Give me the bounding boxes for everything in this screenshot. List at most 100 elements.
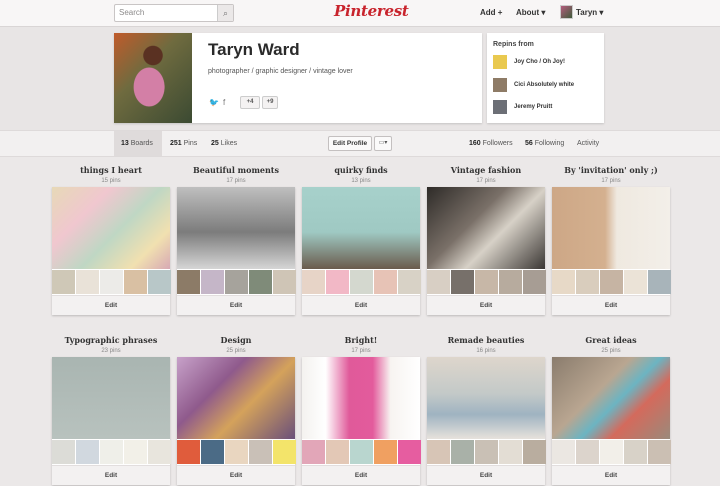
board-cover-image[interactable] <box>52 357 170 439</box>
board-thumbnail[interactable] <box>302 440 325 464</box>
board-title[interactable]: Great ideas <box>552 335 670 345</box>
board-thumbnail[interactable] <box>398 440 421 464</box>
board-thumbnail[interactable] <box>326 270 349 294</box>
tab-pins[interactable]: 251 Pins <box>170 140 197 147</box>
view-toggle-icon[interactable]: ▭▾ <box>374 136 392 151</box>
edit-profile-button[interactable]: Edit Profile <box>328 136 372 151</box>
board-thumbnail[interactable] <box>600 270 623 294</box>
board-thumbnail[interactable] <box>576 270 599 294</box>
board-cover-image[interactable] <box>177 357 295 439</box>
facebook-like-button[interactable]: +4 <box>240 96 260 109</box>
board-edit-button[interactable]: Edit <box>552 295 670 315</box>
board-thumbnail[interactable] <box>124 440 147 464</box>
tab-boards[interactable]: 13 Boards <box>121 140 153 147</box>
board-thumbnail[interactable] <box>124 270 147 294</box>
board-thumbnail[interactable] <box>350 440 373 464</box>
board-thumbnail[interactable] <box>600 440 623 464</box>
board-cover-image[interactable] <box>177 187 295 269</box>
board-thumbnail[interactable] <box>100 270 123 294</box>
board-edit-button[interactable]: Edit <box>177 295 295 315</box>
nav-user-menu[interactable]: Taryn ▾ <box>576 8 603 17</box>
board-cover-image[interactable] <box>302 187 420 269</box>
board-thumbnail[interactable] <box>451 440 474 464</box>
board-thumbnail[interactable] <box>427 440 450 464</box>
board-thumbnail[interactable] <box>499 440 522 464</box>
repin-user-name[interactable]: Joy Cho / Oh Joy! <box>514 59 565 65</box>
board-thumbnail[interactable] <box>201 440 224 464</box>
board-edit-button[interactable]: Edit <box>302 465 420 485</box>
nav-about[interactable]: About ▾ <box>516 8 545 17</box>
board-card[interactable]: Edit <box>427 187 546 315</box>
board-thumbnail[interactable] <box>350 270 373 294</box>
board-thumbnail[interactable] <box>148 270 171 294</box>
board-thumbnail[interactable] <box>552 440 575 464</box>
board-thumbnail[interactable] <box>475 270 498 294</box>
twitter-icon[interactable]: 🐦 <box>209 98 221 107</box>
board-cover-image[interactable] <box>427 187 545 269</box>
board-edit-button[interactable]: Edit <box>552 465 670 485</box>
board-edit-button[interactable]: Edit <box>52 465 170 485</box>
board-card[interactable]: Edit <box>302 357 421 485</box>
board-title[interactable]: things I heart <box>52 165 170 175</box>
board-card[interactable]: Edit <box>177 187 296 315</box>
board-thumbnail[interactable] <box>427 270 450 294</box>
plus-one-button[interactable]: +9 <box>262 96 278 109</box>
board-thumbnail[interactable] <box>523 270 546 294</box>
board-thumbnail[interactable] <box>148 440 171 464</box>
repin-user-name[interactable]: Jeremy Pruitt <box>514 104 552 110</box>
search-input[interactable]: Search <box>114 4 234 22</box>
user-avatar[interactable] <box>560 5 573 19</box>
board-edit-button[interactable]: Edit <box>427 295 545 315</box>
board-thumbnail[interactable] <box>523 440 546 464</box>
board-title[interactable]: quirky finds <box>302 165 420 175</box>
board-title[interactable]: Bright! <box>302 335 420 345</box>
board-thumbnail[interactable] <box>624 440 647 464</box>
board-thumbnail[interactable] <box>398 270 421 294</box>
board-card[interactable]: Edit <box>427 357 546 485</box>
board-thumbnail[interactable] <box>52 270 75 294</box>
board-thumbnail[interactable] <box>76 440 99 464</box>
board-thumbnail[interactable] <box>648 270 671 294</box>
board-title[interactable]: Vintage fashion <box>427 165 545 175</box>
board-thumbnail[interactable] <box>326 440 349 464</box>
board-card[interactable]: Edit <box>52 187 171 315</box>
repin-user[interactable]: Cici Absolutely white <box>493 78 601 92</box>
repin-user[interactable]: Joy Cho / Oh Joy! <box>493 55 601 69</box>
board-thumbnail[interactable] <box>249 440 272 464</box>
tab-likes[interactable]: 25 Likes <box>211 140 237 147</box>
board-thumbnail[interactable] <box>451 270 474 294</box>
board-title[interactable]: Remade beauties <box>427 335 545 345</box>
board-cover-image[interactable] <box>552 357 670 439</box>
board-title[interactable]: By 'invitation' only ;) <box>552 165 670 175</box>
board-cover-image[interactable] <box>552 187 670 269</box>
board-title[interactable]: Typographic phrases <box>52 335 170 345</box>
board-thumbnail[interactable] <box>177 270 200 294</box>
board-thumbnail[interactable] <box>52 440 75 464</box>
tab-followers[interactable]: 160 Followers <box>469 140 513 147</box>
board-edit-button[interactable]: Edit <box>177 465 295 485</box>
board-thumbnail[interactable] <box>552 270 575 294</box>
board-thumbnail[interactable] <box>273 270 296 294</box>
board-thumbnail[interactable] <box>475 440 498 464</box>
search-icon[interactable]: ⌕ <box>217 5 233 21</box>
board-card[interactable]: Edit <box>552 357 671 485</box>
board-title[interactable]: Design <box>177 335 295 345</box>
board-thumbnail[interactable] <box>201 270 224 294</box>
tab-following[interactable]: 56 Following <box>525 140 564 147</box>
board-cover-image[interactable] <box>302 357 420 439</box>
board-thumbnail[interactable] <box>100 440 123 464</box>
board-thumbnail[interactable] <box>225 440 248 464</box>
board-thumbnail[interactable] <box>76 270 99 294</box>
board-card[interactable]: Edit <box>552 187 671 315</box>
tab-activity[interactable]: Activity <box>577 140 599 147</box>
board-thumbnail[interactable] <box>302 270 325 294</box>
board-thumbnail[interactable] <box>177 440 200 464</box>
repin-user[interactable]: Jeremy Pruitt <box>493 100 601 114</box>
board-thumbnail[interactable] <box>499 270 522 294</box>
board-thumbnail[interactable] <box>576 440 599 464</box>
board-thumbnail[interactable] <box>648 440 671 464</box>
board-card[interactable]: Edit <box>302 187 421 315</box>
board-thumbnail[interactable] <box>225 270 248 294</box>
board-thumbnail[interactable] <box>249 270 272 294</box>
facebook-icon[interactable]: f <box>223 98 235 107</box>
